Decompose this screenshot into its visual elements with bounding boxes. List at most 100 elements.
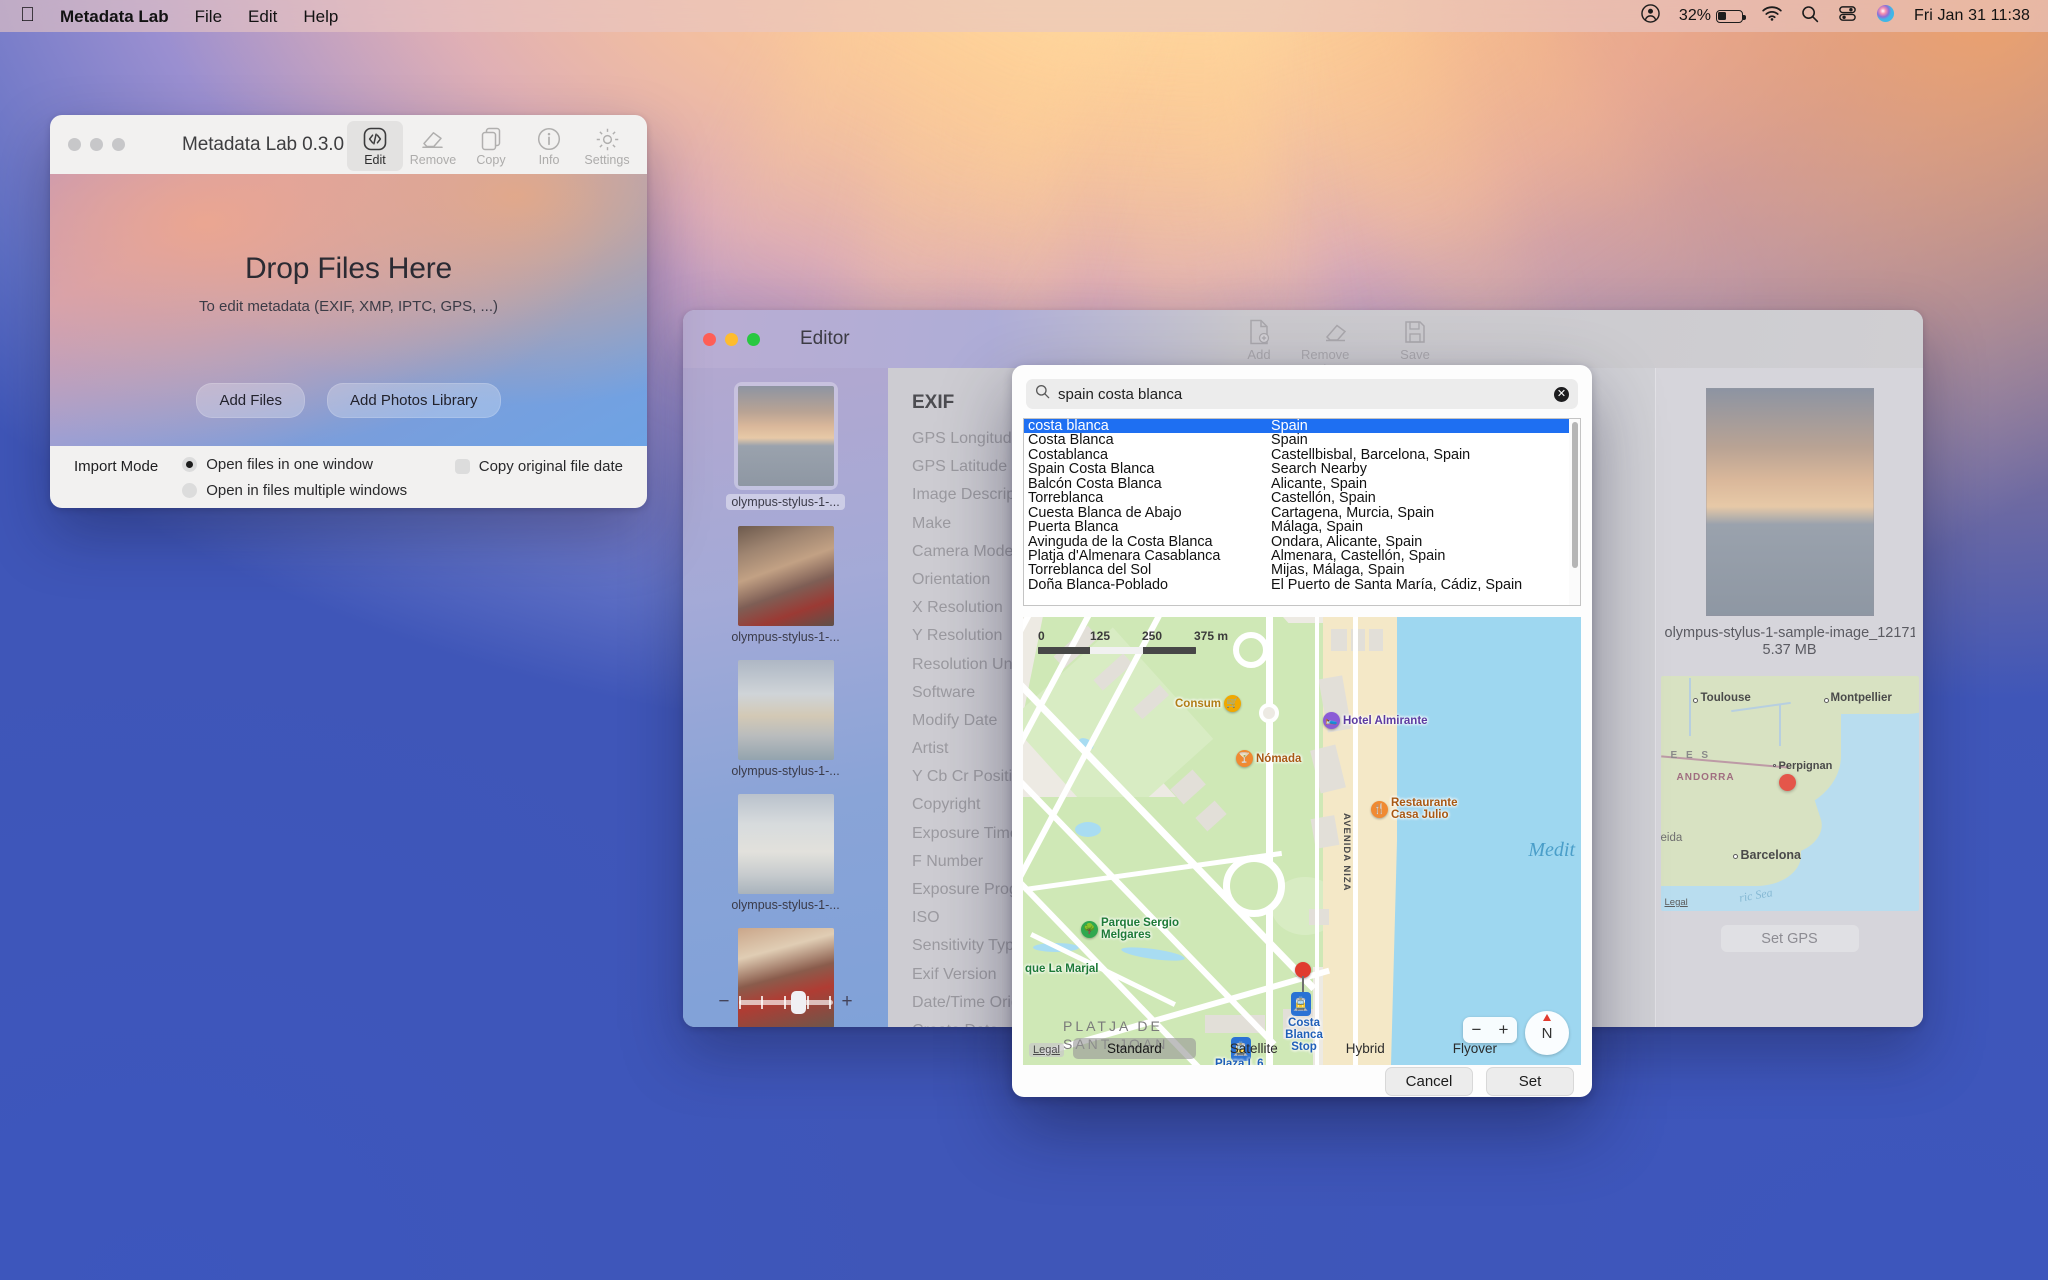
metadata-lab-titlebar[interactable]: Metadata Lab 0.3.0 Edit Remove Copy Info… [50, 115, 647, 174]
radio-button-selected[interactable] [182, 457, 198, 472]
slider-track[interactable] [738, 990, 833, 1014]
battery-indicator[interactable]: 32% [1679, 7, 1746, 25]
metadata-lab-window[interactable]: Metadata Lab 0.3.0 Edit Remove Copy Info… [50, 115, 647, 508]
location-search-input[interactable]: spain costa blanca ✕ [1026, 379, 1578, 409]
location-search-dialog[interactable]: spain costa blanca ✕ costa blanca Spain Co… [1012, 365, 1592, 1097]
close-button[interactable] [68, 138, 81, 151]
menu-app-name[interactable]: Metadata Lab [47, 6, 182, 27]
location-result-row[interactable]: Spain Costa Blanca Search Nearby [1024, 462, 1569, 476]
mini-map-legal-link[interactable]: Legal [1665, 897, 1688, 908]
thumbnail-item[interactable]: olympus-stylus-1-... [683, 526, 888, 644]
add-photos-library-button[interactable]: Add Photos Library [326, 383, 501, 418]
thumbnail[interactable] [737, 660, 834, 760]
zoom-in-button[interactable]: + [1499, 1020, 1509, 1040]
map-building [1331, 629, 1347, 651]
control-center-icon[interactable] [1838, 4, 1857, 28]
thumbnail-item[interactable]: olympus-stylus-1-... [683, 660, 888, 778]
window-traffic-lights[interactable] [68, 138, 125, 151]
slider-minus-icon[interactable]: − [718, 991, 729, 1013]
thumbnail-caption: olympus-stylus-1-... [731, 764, 840, 778]
editor-add-button[interactable]: Add [1223, 315, 1295, 362]
siri-icon[interactable] [1876, 4, 1895, 28]
poi-restaurante-casa-julio[interactable]: 🍴 Restaurante Casa Julio [1371, 797, 1473, 821]
wifi-icon[interactable] [1762, 6, 1782, 26]
results-scrollbar[interactable] [1569, 419, 1580, 605]
radio-button[interactable] [182, 483, 198, 498]
map-style-hybrid[interactable]: Hybrid [1312, 1038, 1419, 1059]
drop-zone[interactable]: Drop Files Here To edit metadata (EXIF, … [50, 174, 647, 446]
editor-thumbnail-rail[interactable]: olympus-stylus-1-... olympus-stylus-1-..… [683, 368, 888, 1027]
editor-save-button[interactable]: Save [1379, 315, 1451, 362]
location-result-row[interactable]: Torreblanca del Sol Mijas, Málaga, Spain [1024, 563, 1569, 577]
set-button[interactable]: Set [1486, 1066, 1574, 1096]
toolbar-copy-label: Copy [476, 153, 506, 167]
metadata-lab-toolbar: Edit Remove Copy Info Settings [347, 121, 635, 171]
location-result-row[interactable]: Cuesta Blanca de Abajo Cartagena, Murcia,… [1024, 506, 1569, 520]
mini-map[interactable]: Toulouse Montpellier Perpignan Barcelona… [1660, 676, 1919, 911]
maximize-button[interactable] [112, 138, 125, 151]
menu-item-file[interactable]: File [182, 6, 235, 27]
thumbnail-item[interactable]: olympus-stylus-1-... [683, 794, 888, 912]
location-result-row[interactable]: Costablanca Castellbisbal, Barcelona, Spa… [1024, 448, 1569, 462]
poi-consum[interactable]: Consum 🛒 [1175, 695, 1241, 712]
location-result-row[interactable]: Doña Blanca-Poblado El Puerto de Santa Ma… [1024, 578, 1569, 592]
editor-titlebar[interactable]: Editor Add Remove Mode Save [683, 310, 1923, 377]
thumbnail-item[interactable]: olympus-stylus-1-... [683, 382, 888, 510]
minimize-button[interactable] [90, 138, 103, 151]
menu-item-edit[interactable]: Edit [235, 6, 290, 27]
map-compass[interactable]: N [1525, 1011, 1569, 1055]
toolbar-copy-button[interactable]: Copy [463, 121, 519, 171]
minimize-button[interactable] [725, 332, 738, 346]
poi-parque-sergio-melgares[interactable]: 🌳 Parque Sergio Melgares [1081, 917, 1181, 941]
result-name: Balcón Costa Blanca [1028, 476, 1162, 492]
search-icon[interactable] [1801, 5, 1819, 28]
maximize-button[interactable] [747, 332, 760, 346]
toolbar-settings-button[interactable]: Settings [579, 121, 635, 171]
menu-item-help[interactable]: Help [290, 6, 351, 27]
menu-clock[interactable]: Fri Jan 31 11:38 [1914, 7, 2030, 25]
thumbnail-size-slider[interactable]: − + [683, 990, 888, 1014]
location-map[interactable]: 0 125 250 375 m Consum 🛒 🛌 Hotel Almiran… [1023, 617, 1581, 1065]
radio-open-multiple-windows[interactable]: Open in files multiple windows [182, 482, 407, 499]
location-result-row[interactable]: costa blanca Spain [1024, 419, 1569, 434]
user-account-icon[interactable] [1641, 4, 1660, 28]
map-zoom-controls[interactable]: − + [1463, 1017, 1517, 1043]
location-result-row[interactable]: Avinguda de la Costa Blanca Ondara, Alica… [1024, 535, 1569, 549]
location-result-row[interactable]: Torreblanca Castellón, Spain [1024, 491, 1569, 505]
toolbar-remove-button[interactable]: Remove [405, 121, 461, 171]
map-style-standard[interactable]: Standard [1072, 1038, 1196, 1059]
add-files-button[interactable]: Add Files [196, 383, 305, 418]
cancel-button[interactable]: Cancel [1385, 1066, 1473, 1096]
tram-icon[interactable]: 🚊 [1291, 992, 1311, 1016]
toolbar-edit-button[interactable]: Edit [347, 121, 403, 171]
apple-logo-icon[interactable]:  [14, 5, 47, 28]
location-result-row[interactable]: Costa Blanca Spain [1024, 433, 1569, 447]
map-pin-icon[interactable] [1295, 962, 1311, 994]
location-result-row[interactable]: Puerta Blanca Málaga, Spain [1024, 520, 1569, 534]
radio-open-one-window[interactable]: Open files in one window [182, 456, 407, 473]
window-traffic-lights[interactable] [703, 332, 760, 346]
thumbnail[interactable] [737, 794, 834, 894]
poi-hotel-almirante[interactable]: 🛌 Hotel Almirante [1323, 712, 1428, 729]
thumbnail[interactable] [737, 526, 834, 626]
slider-knob[interactable] [790, 990, 806, 1014]
checkbox[interactable] [454, 459, 470, 474]
result-subtitle: Mijas, Málaga, Spain [1271, 563, 1405, 578]
location-result-row[interactable]: Balcón Costa Blanca Alicante, Spain [1024, 477, 1569, 491]
fork-knife-icon: 🍴 [1371, 800, 1388, 818]
set-gps-button[interactable]: Set GPS [1720, 925, 1859, 952]
checkbox-copy-original-file-date[interactable]: Copy original file date [454, 456, 623, 475]
location-results-list[interactable]: costa blanca Spain Costa Blanca Spain Costab… [1023, 418, 1581, 606]
location-result-row[interactable]: Platja d'Almenara Casablanca Almenara, Ca… [1024, 549, 1569, 563]
zoom-out-button[interactable]: − [1472, 1020, 1482, 1040]
toolbar-info-button[interactable]: Info [521, 121, 577, 171]
mini-map-range-label: E E S [1670, 750, 1712, 761]
slider-plus-icon[interactable]: + [842, 991, 853, 1013]
map-style-satellite[interactable]: Satellite [1196, 1038, 1312, 1059]
scrollbar-thumb[interactable] [1571, 422, 1578, 568]
poi-nomada[interactable]: 🍸 Nómada [1236, 750, 1301, 767]
clear-search-icon[interactable]: ✕ [1554, 386, 1569, 402]
thumbnail-selected[interactable] [733, 382, 838, 490]
thumbnail-image [737, 386, 834, 486]
close-button[interactable] [703, 332, 716, 346]
